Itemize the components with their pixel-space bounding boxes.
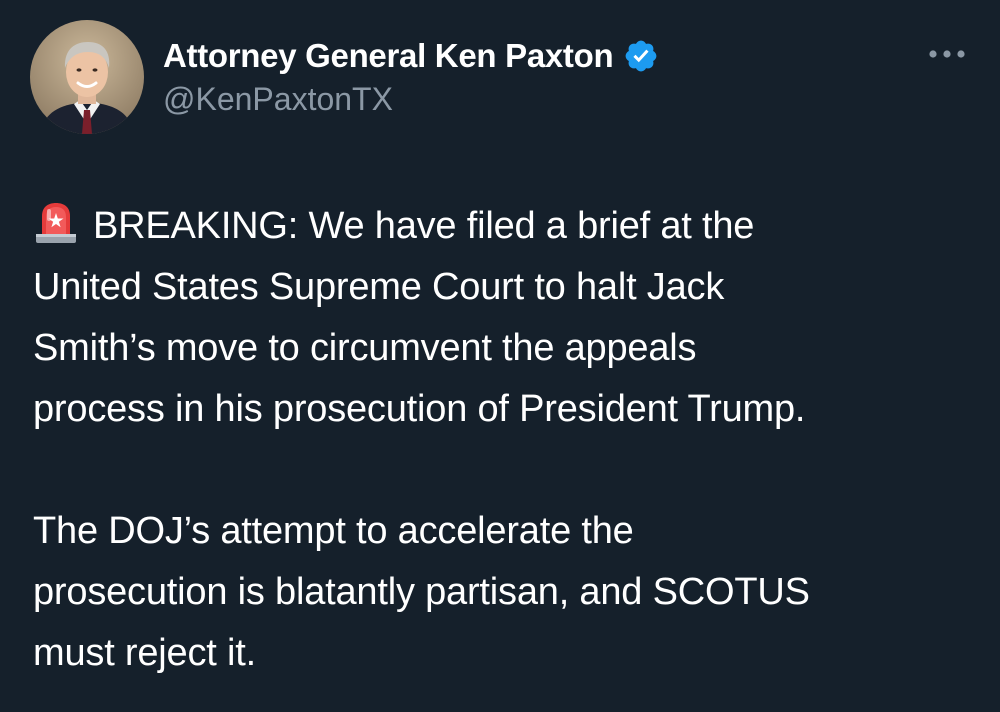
more-options-button[interactable]	[918, 36, 976, 72]
author-handle[interactable]: @KenPaxtonTX	[163, 81, 393, 118]
tweet-line: prosecution is blatantly partisan, and S…	[33, 571, 810, 613]
police-car-light-icon	[33, 200, 79, 246]
tweet-paragraph: The DOJ’s attempt to accelerate the pros…	[33, 501, 973, 684]
display-name[interactable]: Attorney General Ken Paxton	[163, 37, 614, 75]
tweet-line: The DOJ’s attempt to accelerate the	[33, 510, 634, 552]
tweet-line: Smith’s move to circumvent the appeals	[33, 327, 697, 369]
more-horizontal-icon	[929, 50, 965, 58]
verified-badge-icon	[623, 38, 659, 74]
tweet-line: United States Supreme Court to halt Jack	[33, 266, 725, 308]
avatar[interactable]	[30, 20, 144, 134]
tweet-line: process in his prosecution of President …	[33, 388, 806, 430]
tweet-text: BREAKING: We have filed a brief at the U…	[33, 196, 973, 684]
tweet-line: BREAKING: We have filed a brief at the	[93, 205, 755, 247]
tweet-line: must reject it.	[33, 632, 256, 674]
author-name-row: Attorney General Ken Paxton	[163, 36, 659, 76]
tweet-card: Attorney General Ken Paxton @KenPaxtonTX	[0, 0, 1000, 712]
tweet-paragraph: BREAKING: We have filed a brief at the U…	[33, 196, 973, 440]
